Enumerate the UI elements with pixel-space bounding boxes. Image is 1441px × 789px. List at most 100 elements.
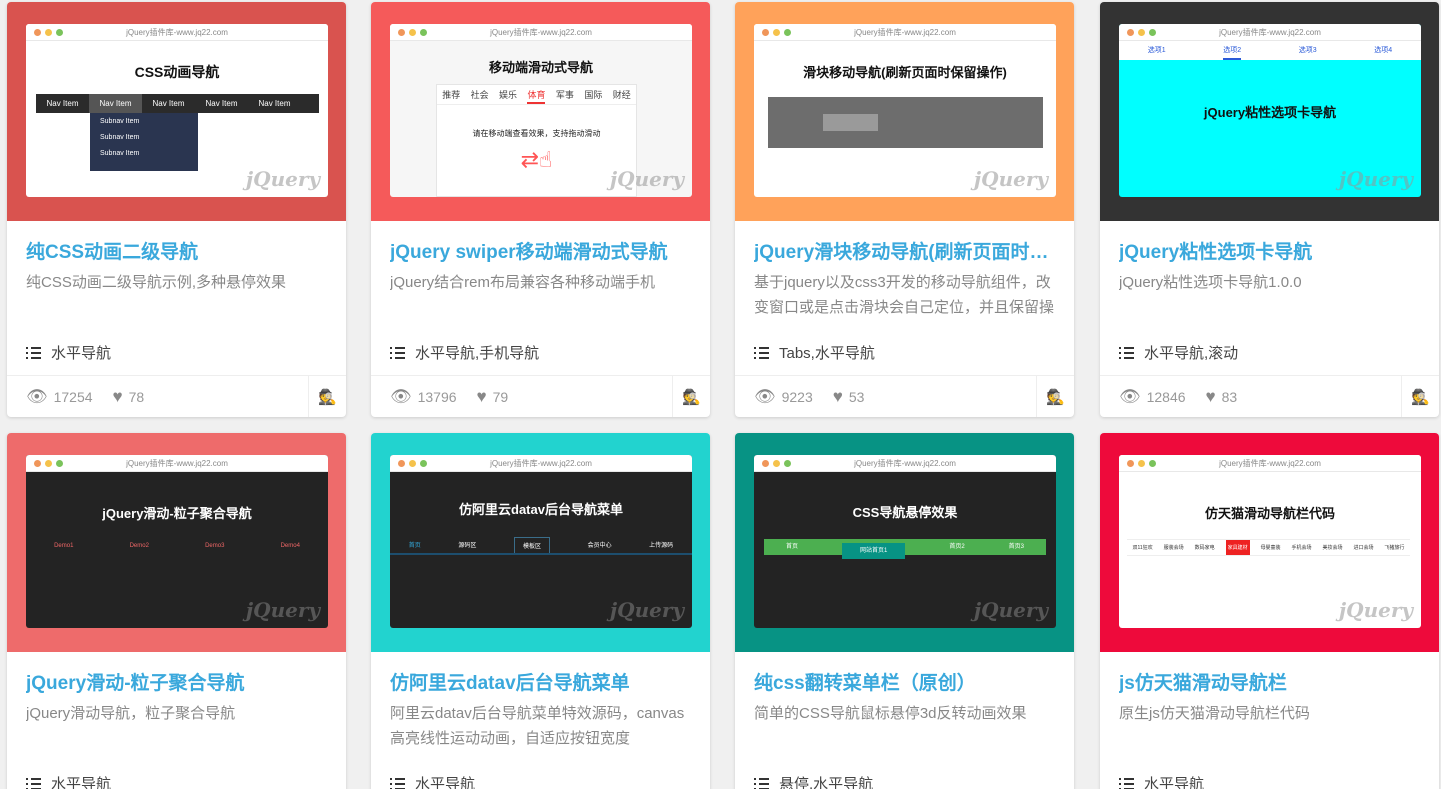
card-title[interactable]: jQuery滑动-粒子聚合导航 xyxy=(26,668,327,695)
eye-icon: 👁 xyxy=(26,386,48,406)
eye-icon: 👁 xyxy=(390,386,412,406)
view-count: 12846 xyxy=(1146,388,1186,405)
preview-menu: 首页 源码区 模板区 会员中心 上传源码 xyxy=(390,537,692,555)
preview-url: jQuery插件库-www.jq22.com xyxy=(126,28,228,37)
swipe-hand-icon: ⇄☝ xyxy=(520,147,553,172)
plugin-card[interactable]: jQuery插件库-www.jq22.com CSS动画导航 Nav Item … xyxy=(7,2,346,417)
eye-icon: 👁 xyxy=(754,386,776,406)
thumbnail[interactable]: jQuery插件库-www.jq22.com 滑块移动导航(刷新页面时保留操作)… xyxy=(735,2,1074,221)
preview-url: jQuery插件库-www.jq22.com xyxy=(1219,459,1321,468)
heart-icon[interactable]: ♥ xyxy=(1206,387,1216,407)
plugin-card[interactable]: jQuery插件库-www.jq22.com 仿天猫滑动导航栏代码 双11狂欢服… xyxy=(1100,433,1439,789)
card-desc: jQuery结合rem布局兼容各种移动端手机 xyxy=(390,274,656,291)
preview-url: jQuery插件库-www.jq22.com xyxy=(854,459,956,468)
preview-url: jQuery插件库-www.jq22.com xyxy=(126,459,228,468)
card-tags: 水平导航 xyxy=(1119,773,1420,789)
list-icon xyxy=(754,346,769,359)
list-icon xyxy=(1119,346,1134,359)
list-icon xyxy=(26,346,41,359)
preview-title: 滑块移动导航(刷新页面时保留操作) xyxy=(803,65,1007,80)
plugin-card[interactable]: jQuery插件库-www.jq22.com 滑块移动导航(刷新页面时保留操作)… xyxy=(735,2,1074,417)
preview-title: 移动端滑动式导航 xyxy=(488,60,593,75)
spy-icon[interactable]: 🕵 xyxy=(672,376,710,417)
card-footer: 👁 9223 ♥ 53 🕵 xyxy=(735,375,1074,417)
card-desc: 阿里云datav后台导航菜单特效源码，canvas高亮线性运动动画，自适应按钮宽… xyxy=(390,705,685,747)
preview-window: jQuery插件库-www.jq22.com CSS导航悬停效果 首页 网站首页1… xyxy=(754,455,1056,628)
card-tags: 悬停,水平导航 xyxy=(754,773,1055,789)
card-tags: 水平导航 xyxy=(390,773,691,789)
preview-title: CSS动画导航 xyxy=(134,64,220,80)
preview-window: jQuery插件库-www.jq22.com 仿天猫滑动导航栏代码 双11狂欢服… xyxy=(1119,455,1421,628)
card-tags: 水平导航 xyxy=(26,342,327,363)
plugin-card[interactable]: jQuery插件库-www.jq22.com jQuery滑动-粒子聚合导航 D… xyxy=(7,433,346,789)
preview-phone: 推荐 社会 娱乐 体育 军事 国际 财经 请在移动端查看效果，支持拖动滑动 ⇄☝ xyxy=(436,84,637,197)
card-title[interactable]: jQuery粘性选项卡导航 xyxy=(1119,237,1420,264)
card-title[interactable]: jQuery swiper移动端滑动式导航 xyxy=(390,237,691,264)
preview-window: jQuery插件库-www.jq22.com jQuery滑动-粒子聚合导航 D… xyxy=(26,455,328,628)
preview-subnav: Subnav Item Subnav Item Subnav Item xyxy=(90,113,198,171)
preview-title: 仿天猫滑动导航栏代码 xyxy=(1204,506,1335,521)
like-count: 79 xyxy=(492,388,509,405)
spy-icon[interactable]: 🕵 xyxy=(308,376,346,417)
card-title[interactable]: 纯css翻转菜单栏（原创） xyxy=(754,668,1055,695)
thumbnail[interactable]: jQuery插件库-www.jq22.com 移动端滑动式导航 推荐 社会 娱乐 体育… xyxy=(371,2,710,221)
preview-flip-menu: 首页 网站首页1 首页2 首页3 xyxy=(764,539,1046,559)
heart-icon[interactable]: ♥ xyxy=(113,387,123,407)
preview-demos: Demo1 Demo2 Demo3 Demo4 xyxy=(54,543,300,549)
view-count: 13796 xyxy=(417,388,457,405)
thumbnail[interactable]: jQuery插件库-www.jq22.com CSS导航悬停效果 首页 网站首页1… xyxy=(735,433,1074,652)
preview-window: jQuery插件库-www.jq22.com 移动端滑动式导航 推荐 社会 娱乐 体育… xyxy=(390,24,692,197)
heart-icon[interactable]: ♥ xyxy=(833,387,843,407)
card-tags: 水平导航 xyxy=(26,773,327,789)
card-title[interactable]: jQuery滑块移动导航(刷新页面时保... xyxy=(754,237,1055,264)
list-icon xyxy=(390,777,405,789)
thumbnail[interactable]: jQuery插件库-www.jq22.com 仿天猫滑动导航栏代码 双11狂欢服… xyxy=(1100,433,1439,652)
card-desc: 纯CSS动画二级导航示例,多种悬停效果 xyxy=(26,274,287,291)
preview-tmall-menu: 双11狂欢 服装会场 数码家电 家具建材 母婴童装 手机会场 美妆会场 进口会场 飞猪旅行 xyxy=(1127,539,1410,556)
like-count: 53 xyxy=(848,388,865,405)
plugin-grid: jQuery插件库-www.jq22.com CSS动画导航 Nav Item … xyxy=(0,0,1441,789)
thumbnail[interactable]: jQuery插件库-www.jq22.com 仿阿里云datav后台导航菜单 首… xyxy=(371,433,710,652)
eye-icon: 👁 xyxy=(1119,386,1141,406)
card-footer: 👁 13796 ♥ 79 🕵 xyxy=(371,375,710,417)
card-title[interactable]: 仿阿里云datav后台导航菜单 xyxy=(390,668,691,695)
thumbnail[interactable]: jQuery插件库-www.jq22.com jQuery滑动-粒子聚合导航 D… xyxy=(7,433,346,652)
like-count: 83 xyxy=(1221,388,1238,405)
preview-title: 仿阿里云datav后台导航菜单 xyxy=(459,502,623,517)
preview-url: jQuery插件库-www.jq22.com xyxy=(490,459,592,468)
view-count: 17254 xyxy=(53,388,93,405)
preview-window: jQuery插件库-www.jq22.com 滑块移动导航(刷新页面时保留操作)… xyxy=(754,24,1056,197)
preview-title: jQuery粘性选项卡导航 xyxy=(1203,105,1337,120)
card-footer: 👁 17254 ♥ 78 🕵 xyxy=(7,375,346,417)
thumbnail[interactable]: jQuery插件库-www.jq22.com CSS动画导航 Nav Item … xyxy=(7,2,346,221)
plugin-card[interactable]: jQuery插件库-www.jq22.com 选项1 选项2 选项3 选项4 jQue… xyxy=(1100,2,1439,417)
card-title[interactable]: 纯CSS动画二级导航 xyxy=(26,237,327,264)
preview-window: jQuery插件库-www.jq22.com CSS动画导航 Nav Item … xyxy=(26,24,328,197)
card-tags: Tabs,水平导航 xyxy=(754,342,1055,363)
preview-tabs: 选项1 选项2 选项3 选项4 xyxy=(1119,41,1421,60)
card-desc: 原生js仿天猫滑动导航栏代码 xyxy=(1119,705,1310,722)
preview-window: jQuery插件库-www.jq22.com 选项1 选项2 选项3 选项4 jQue… xyxy=(1119,24,1421,197)
list-icon xyxy=(1119,777,1134,789)
list-icon xyxy=(754,777,769,789)
card-desc: jQuery粘性选项卡导航1.0.0 xyxy=(1119,274,1302,291)
plugin-card[interactable]: jQuery插件库-www.jq22.com 移动端滑动式导航 推荐 社会 娱乐 体育… xyxy=(371,2,710,417)
card-title[interactable]: js仿天猫滑动导航栏 xyxy=(1119,668,1420,695)
preview-title: CSS导航悬停效果 xyxy=(852,505,958,520)
plugin-card[interactable]: jQuery插件库-www.jq22.com CSS导航悬停效果 首页 网站首页1… xyxy=(735,433,1074,789)
spy-icon[interactable]: 🕵 xyxy=(1036,376,1074,417)
card-tags: 水平导航,滚动 xyxy=(1119,342,1420,363)
plugin-card[interactable]: jQuery插件库-www.jq22.com 仿阿里云datav后台导航菜单 首… xyxy=(371,433,710,789)
like-count: 78 xyxy=(128,388,145,405)
card-footer: 👁 12846 ♥ 83 🕵 xyxy=(1100,375,1439,417)
heart-icon[interactable]: ♥ xyxy=(477,387,487,407)
preview-url: jQuery插件库-www.jq22.com xyxy=(490,28,592,37)
spy-icon[interactable]: 🕵 xyxy=(1401,376,1439,417)
preview-slider-grid xyxy=(768,97,1043,148)
card-desc: 基于jquery以及css3开发的移动导航组件，改变窗口或是点击滑块会自己定位，… xyxy=(754,274,1055,316)
preview-navbar: Nav Item Nav Item Nav Item Nav Item Nav … xyxy=(36,94,319,113)
list-icon xyxy=(390,346,405,359)
thumbnail[interactable]: jQuery插件库-www.jq22.com 选项1 选项2 选项3 选项4 jQue… xyxy=(1100,2,1439,221)
card-tags: 水平导航,手机导航 xyxy=(390,342,691,363)
preview-url: jQuery插件库-www.jq22.com xyxy=(854,28,956,37)
